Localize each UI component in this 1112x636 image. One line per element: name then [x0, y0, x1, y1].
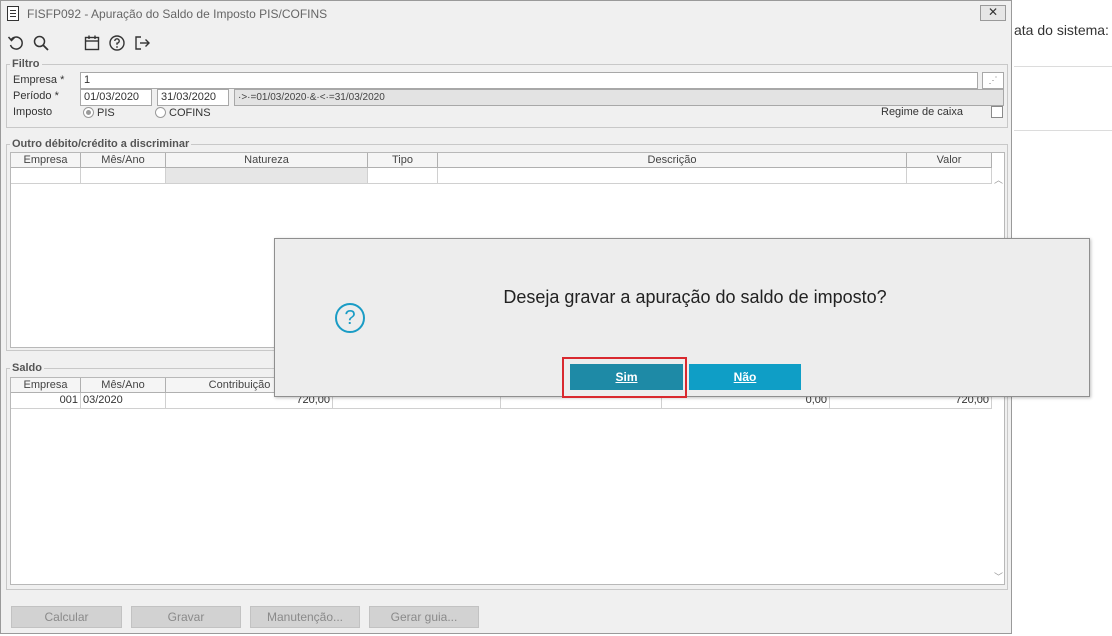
scroll-up-arrow-icon[interactable]: ︿ — [994, 173, 1003, 186]
background-divider — [1014, 130, 1112, 131]
background-divider — [1014, 66, 1112, 67]
search-icon[interactable] — [32, 34, 50, 52]
periodo-start-input[interactable]: 01/03/2020 — [80, 89, 152, 106]
background-app-text: ata do sistema: — [1014, 22, 1109, 38]
column-header[interactable]: Empresa — [11, 153, 81, 168]
yes-button[interactable]: Sim — [570, 364, 683, 390]
column-header[interactable]: Mês/Ano — [81, 153, 166, 168]
scroll-down-arrow-icon[interactable]: ﹀ — [994, 570, 1003, 583]
imposto-label: Imposto — [13, 106, 53, 118]
exit-icon[interactable] — [133, 34, 151, 52]
table-cell[interactable] — [166, 168, 368, 184]
saldo-group-title: Saldo — [10, 362, 44, 374]
table-cell[interactable] — [81, 168, 166, 184]
calcular-button[interactable]: Calcular — [11, 606, 122, 628]
refresh-icon[interactable] — [7, 34, 25, 52]
periodo-label: Período * — [13, 90, 59, 102]
manutencao-button[interactable]: Manutenção... — [250, 606, 360, 628]
gerar-guia-button[interactable]: Gerar guia... — [369, 606, 479, 628]
table-cell[interactable] — [11, 168, 81, 184]
calendar-icon[interactable] — [83, 34, 101, 52]
regime-caixa-label: Regime de caixa — [881, 106, 963, 118]
column-header[interactable]: Mês/Ano — [81, 378, 166, 393]
document-icon — [7, 6, 19, 21]
column-header[interactable]: Tipo — [368, 153, 438, 168]
filter-group-title: Filtro — [10, 58, 42, 70]
dialog-message: Deseja gravar a apuração do saldo de imp… — [503, 287, 887, 307]
column-header[interactable]: Natureza — [166, 153, 368, 168]
outro-group-title: Outro débito/crédito a discriminar — [10, 138, 192, 150]
table-cell[interactable] — [438, 168, 907, 184]
periodo-expression: ·>·=01/03/2020·&·<·=31/03/2020 — [234, 89, 1004, 106]
saldo-empresa-cell[interactable]: 001 — [11, 393, 81, 409]
help-icon[interactable] — [108, 34, 126, 52]
column-header[interactable]: Descrição — [438, 153, 907, 168]
column-header[interactable]: Valor — [907, 153, 992, 168]
pis-label: PIS — [97, 107, 115, 119]
title-bar: FISFP092 - Apuração do Saldo de Imposto … — [1, 1, 1011, 27]
empresa-input[interactable]: 1 — [80, 72, 978, 89]
table-cell[interactable] — [907, 168, 992, 184]
window-title: FISFP092 - Apuração do Saldo de Imposto … — [27, 7, 328, 21]
cofins-radio[interactable] — [155, 107, 166, 118]
column-header[interactable]: Empresa — [11, 378, 81, 393]
no-button[interactable]: Não — [689, 364, 801, 390]
pis-radio[interactable] — [83, 107, 94, 118]
periodo-end-input[interactable]: 31/03/2020 — [157, 89, 229, 106]
cofins-label: COFINS — [169, 107, 211, 119]
empresa-lookup-button[interactable]: ⋰ — [982, 72, 1004, 89]
regime-caixa-checkbox[interactable] — [991, 106, 1003, 118]
close-button[interactable]: ✕ — [980, 5, 1006, 21]
empresa-label: Empresa * — [13, 74, 65, 86]
gravar-button[interactable]: Gravar — [131, 606, 241, 628]
table-cell[interactable] — [368, 168, 438, 184]
saldo-mes-ano-cell[interactable]: 03/2020 — [81, 393, 166, 409]
saldo-table: Empresa Mês/Ano Contribuição por 001 03/… — [10, 377, 1005, 585]
